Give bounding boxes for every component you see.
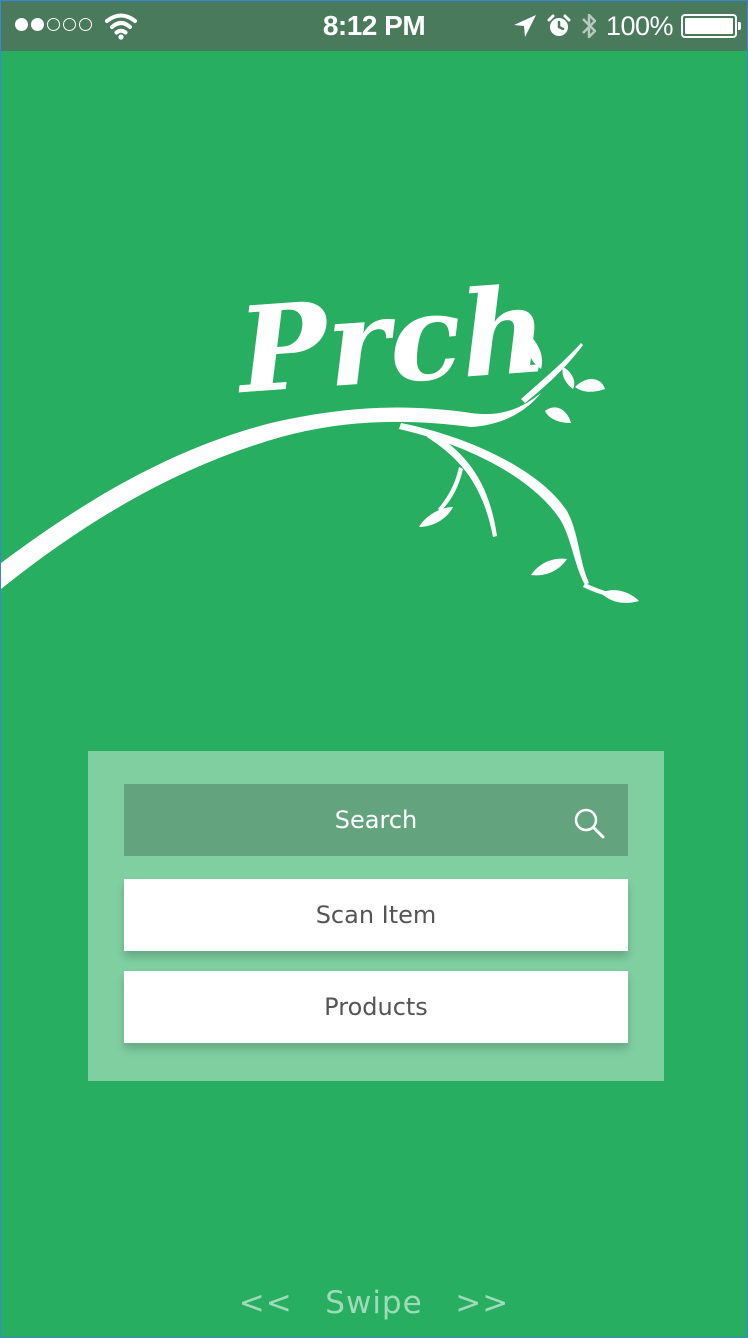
search-icon[interactable] [572, 806, 606, 840]
leaf-icon [575, 378, 605, 392]
battery-level [685, 18, 733, 34]
menu-panel: Search Scan Item Products [88, 751, 664, 1081]
products-label: Products [324, 993, 428, 1021]
battery-percentage: 100% [605, 10, 674, 41]
search-label: Search [334, 806, 418, 834]
leaf-icon [562, 367, 575, 389]
leaf-icon [545, 407, 571, 423]
leaf-icon [601, 590, 639, 603]
swipe-hint: << Swipe >> [238, 1285, 510, 1321]
location-arrow-icon [513, 15, 536, 37]
branch-main [1, 393, 541, 589]
branch-twig-left [438, 467, 463, 511]
battery-icon [681, 14, 741, 38]
logo-wordmark: Prch [231, 271, 551, 420]
search-bar[interactable]: Search [124, 784, 628, 856]
leaf-icon [419, 507, 453, 527]
scan-item-label: Scan Item [315, 901, 437, 929]
leaf-icon [531, 558, 567, 576]
battery-tip [738, 22, 741, 30]
app-screen: 8:12 PM 100% Prch Search Scan Item Produ… [0, 0, 748, 1338]
prch-logo: Prch [1, 271, 639, 603]
status-right-group: 100% [512, 9, 741, 43]
alarm-icon [547, 14, 571, 36]
products-button[interactable]: Products [124, 971, 628, 1043]
scan-item-button[interactable]: Scan Item [124, 879, 628, 951]
bluetooth-icon [582, 13, 597, 39]
status-bar: 8:12 PM 100% [1, 1, 747, 51]
